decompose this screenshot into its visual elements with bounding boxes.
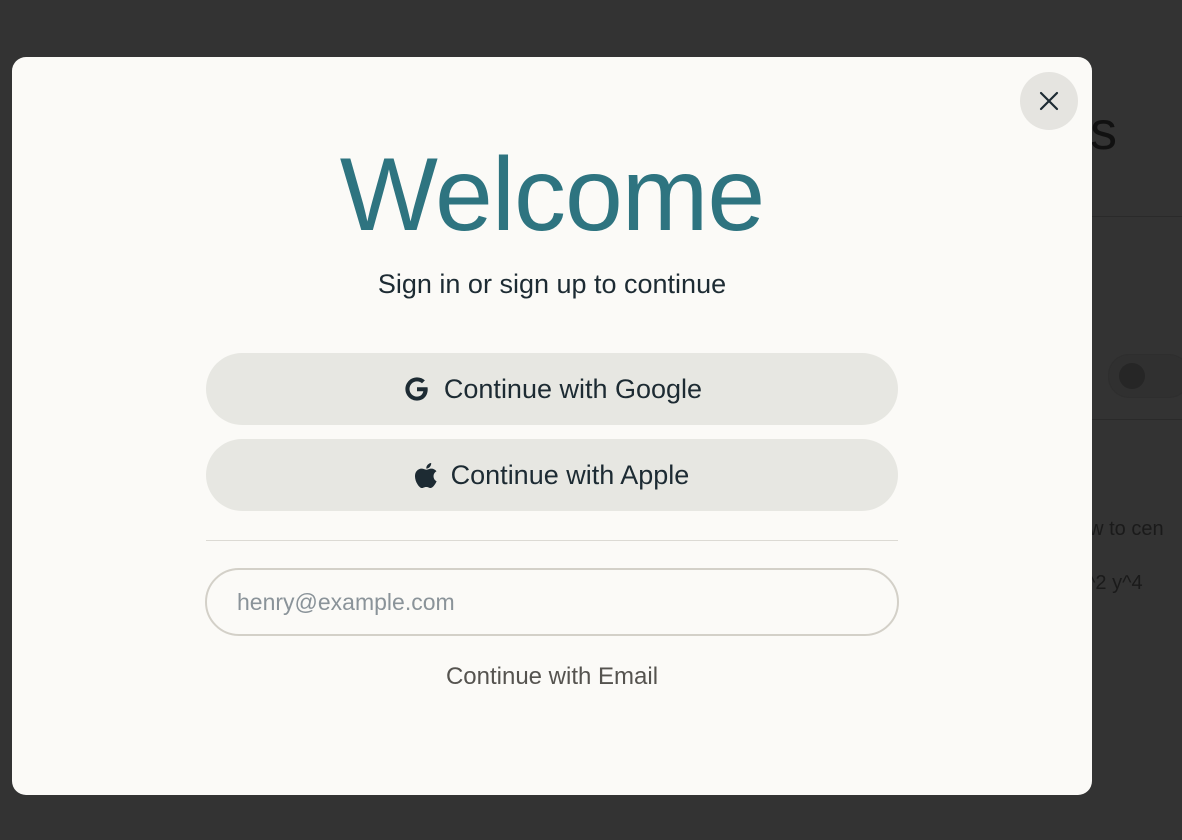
background-divider xyxy=(1092,216,1182,217)
background-toggle xyxy=(1108,354,1182,398)
background-divider xyxy=(1092,419,1182,420)
apple-icon xyxy=(414,461,439,489)
apple-button-label: Continue with Apple xyxy=(450,459,690,490)
modal-title: Welcome xyxy=(339,137,766,253)
google-button-label: Continue with Google xyxy=(443,373,703,404)
close-icon xyxy=(1039,91,1059,111)
sign-in-modal: Welcome Sign in or sign up to continue C… xyxy=(12,57,1092,795)
google-icon xyxy=(402,374,432,404)
continue-with-google-button[interactable]: Continue with Google xyxy=(206,353,898,425)
background-text: ^2 y^4 xyxy=(1086,572,1143,594)
modal-subtitle: Sign in or sign up to continue xyxy=(377,269,727,299)
continue-with-apple-button[interactable]: Continue with Apple xyxy=(206,439,898,511)
close-button[interactable] xyxy=(1020,72,1078,130)
background-toggle-knob xyxy=(1119,363,1145,389)
email-field[interactable] xyxy=(205,568,899,636)
continue-with-email-button[interactable]: Continue with Email xyxy=(12,663,1092,691)
divider xyxy=(206,540,898,541)
background-heading: s xyxy=(1090,101,1117,161)
